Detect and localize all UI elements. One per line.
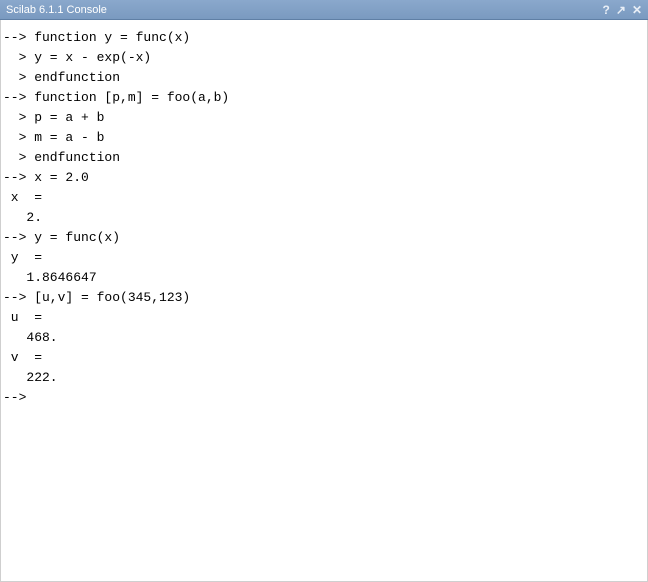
console-output[interactable]: --> function y = func(x) > y = x - exp(-…: [0, 20, 648, 582]
console-line: 1.8646647: [1, 268, 647, 288]
console-prompt[interactable]: -->: [1, 388, 647, 408]
console-line: 468.: [1, 328, 647, 348]
console-line: u =: [1, 308, 647, 328]
undock-icon[interactable]: ↗: [616, 4, 626, 16]
console-line: x =: [1, 188, 647, 208]
console-line: --> y = func(x): [1, 228, 647, 248]
titlebar-title: Scilab 6.1.1 Console: [6, 4, 107, 16]
console-line: v =: [1, 348, 647, 368]
console-line: --> [u,v] = foo(345,123): [1, 288, 647, 308]
console-line: 222.: [1, 368, 647, 388]
titlebar-controls: ? ↗ ✕: [603, 4, 642, 16]
console-line: > endfunction: [1, 68, 647, 88]
console-line: > p = a + b: [1, 108, 647, 128]
console-line: > m = a - b: [1, 128, 647, 148]
close-icon[interactable]: ✕: [632, 4, 642, 16]
titlebar: Scilab 6.1.1 Console ? ↗ ✕: [0, 0, 648, 20]
console-line: --> function [p,m] = foo(a,b): [1, 88, 647, 108]
console-line: --> x = 2.0: [1, 168, 647, 188]
help-icon[interactable]: ?: [603, 4, 610, 16]
console-line: > y = x - exp(-x): [1, 48, 647, 68]
console-line: --> function y = func(x): [1, 28, 647, 48]
console-line: > endfunction: [1, 148, 647, 168]
console-line: 2.: [1, 208, 647, 228]
console-line: y =: [1, 248, 647, 268]
